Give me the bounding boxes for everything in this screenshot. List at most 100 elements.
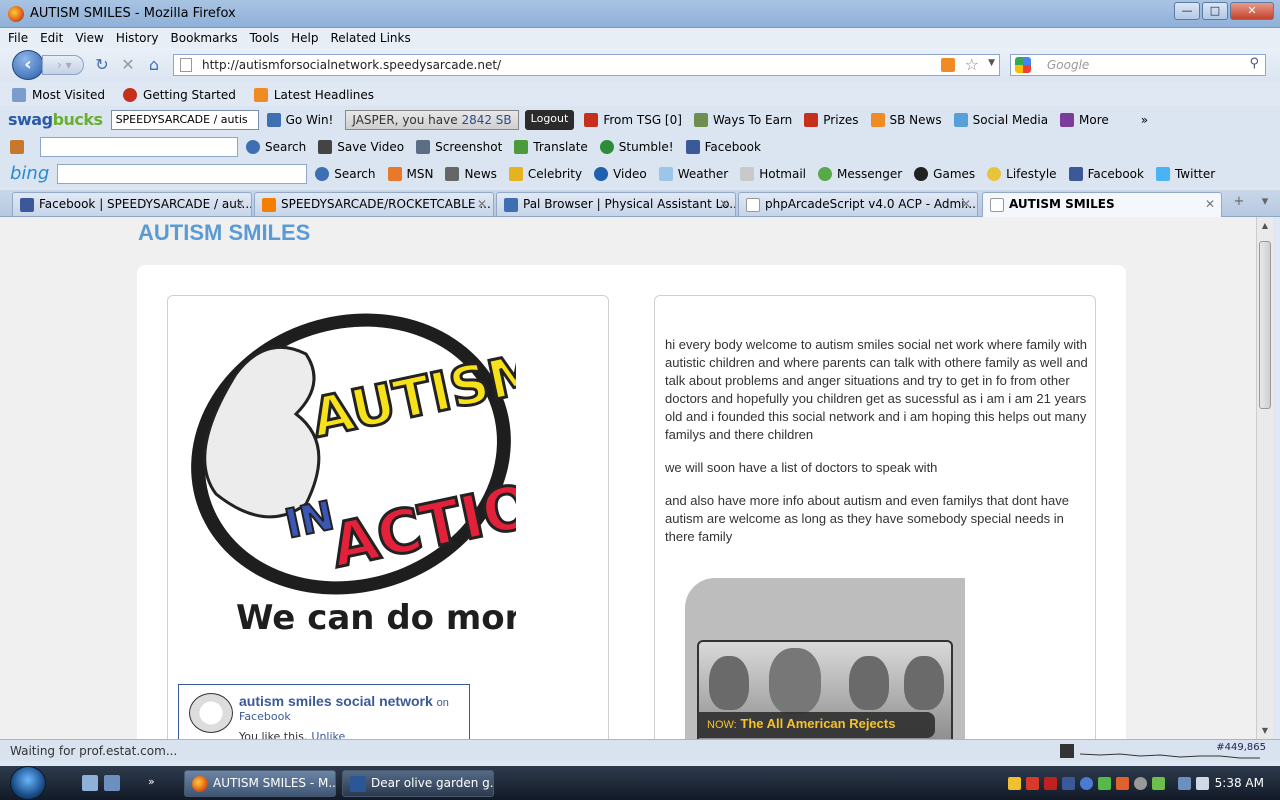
tray-icon[interactable]	[1116, 777, 1129, 790]
new-tab-icon[interactable]: +	[1228, 194, 1250, 214]
logout-button[interactable]: Logout	[524, 109, 575, 130]
minimize-button[interactable]: —	[1174, 2, 1200, 20]
bing-logo[interactable]: bing	[10, 163, 49, 184]
toolbar-search-button[interactable]: Search	[246, 139, 306, 154]
facebook-button[interactable]: Facebook	[685, 139, 761, 154]
start-button[interactable]	[10, 766, 46, 800]
forward-button[interactable]: › ▾	[42, 55, 84, 75]
site-title[interactable]: AUTISM SMILES	[138, 220, 310, 246]
bing-search-button[interactable]: Search	[315, 166, 376, 181]
bing-games-link[interactable]: Games	[914, 166, 975, 181]
tray-icon[interactable]	[1008, 777, 1021, 790]
toolbar-menu-icon[interactable]	[10, 139, 24, 154]
band-photo[interactable]: NOW: The All American Rejects	[697, 640, 953, 739]
taskbar-word[interactable]: Dear olive garden g...	[342, 770, 494, 797]
tab-close-icon[interactable]: ✕	[719, 197, 729, 211]
switch-windows-icon[interactable]	[104, 775, 120, 791]
tab-close-icon[interactable]: ✕	[235, 197, 245, 211]
tray-icon[interactable]	[1062, 777, 1075, 790]
bing-news-link[interactable]: News	[445, 166, 497, 181]
tab-pal-browser[interactable]: Pal Browser | Physical Assistant Lo... ✕	[496, 192, 736, 216]
bing-facebook-link[interactable]: Facebook	[1068, 166, 1144, 181]
toolbar-search-input[interactable]	[40, 136, 238, 157]
menu-edit[interactable]: Edit	[40, 31, 63, 45]
translate-button[interactable]: Translate	[514, 139, 588, 154]
search-icon[interactable]: ⚲	[1249, 56, 1259, 71]
back-button[interactable]: ‹	[12, 50, 44, 80]
tray-icon[interactable]	[1080, 777, 1093, 790]
bing-messenger-link[interactable]: Messenger	[818, 166, 902, 181]
fb-unlike-link[interactable]: Unlike	[311, 730, 345, 739]
menu-bookmarks[interactable]: Bookmarks	[171, 31, 238, 45]
bookmark-most-visited[interactable]: Most Visited	[12, 88, 105, 102]
home-icon[interactable]: ⌂	[145, 56, 163, 74]
taskbar-firefox[interactable]: AUTISM SMILES - M...	[184, 770, 336, 797]
tray-icon[interactable]	[1098, 777, 1111, 790]
menu-help[interactable]: Help	[291, 31, 318, 45]
tab-list-icon[interactable]: ▾	[1254, 194, 1276, 214]
tab-facebook[interactable]: Facebook | SPEEDYSARCADE / aut... ✕	[12, 192, 252, 216]
page-scrollbar[interactable]: ▲ ▼	[1256, 217, 1273, 739]
fb-source-link[interactable]: Facebook	[239, 710, 291, 723]
menu-history[interactable]: History	[116, 31, 159, 45]
menu-view[interactable]: View	[75, 31, 103, 45]
quicklaunch-overflow-icon[interactable]: »	[148, 775, 158, 791]
bing-lifestyle-link[interactable]: Lifestyle	[987, 166, 1057, 181]
bing-weather-link[interactable]: Weather	[658, 166, 728, 181]
toolbar-overflow-button[interactable]: »	[1141, 113, 1148, 127]
swagbucks-search-select[interactable]: SPEEDYSARCADE / autis	[110, 109, 259, 130]
tray-icon[interactable]	[1134, 777, 1147, 790]
address-bar[interactable]: http://autismforsocialnetwork.speedysarc…	[173, 54, 1000, 76]
tab-close-icon[interactable]: ✕	[477, 197, 487, 211]
screenshot-button[interactable]: Screenshot	[416, 139, 502, 154]
address-url[interactable]: http://autismforsocialnetwork.speedysarc…	[202, 58, 501, 72]
scroll-thumb[interactable]	[1259, 241, 1271, 409]
bing-video-link[interactable]: Video	[594, 166, 647, 181]
tab-autism-smiles[interactable]: AUTISM SMILES ✕	[982, 192, 1222, 217]
social-media-menu[interactable]: Social Media	[953, 112, 1048, 127]
fb-page-name[interactable]: autism smiles social network on	[239, 693, 449, 709]
music-player-widget[interactable]: NOW: The All American Rejects	[685, 578, 965, 739]
tab-blogger[interactable]: SPEEDYSARCADE/ROCKETCABLE ... ✕	[254, 192, 494, 216]
bookmark-star-icon[interactable]: ☆	[965, 55, 979, 74]
bing-msn-link[interactable]: MSN	[387, 166, 433, 181]
tab-close-icon[interactable]: ✕	[1205, 197, 1215, 211]
go-win-button[interactable]: Go Win!	[266, 112, 333, 127]
swagbucks-logo[interactable]: swagbucks	[8, 110, 103, 129]
bookmark-latest-headlines[interactable]: Latest Headlines	[253, 88, 374, 102]
tab-php-arcade[interactable]: phpArcadeScript v4.0 ACP - Admi... ✕	[738, 192, 978, 216]
close-window-button[interactable]: ✕	[1230, 2, 1274, 20]
menu-related-links[interactable]: Related Links	[331, 31, 411, 45]
taskbar-clock[interactable]: 5:38 AM	[1215, 776, 1264, 790]
tray-icon[interactable]	[1152, 777, 1165, 790]
tray-icon[interactable]	[1026, 777, 1039, 790]
bookmark-getting-started[interactable]: Getting Started	[123, 88, 236, 102]
bing-twitter-link[interactable]: Twitter	[1155, 166, 1215, 181]
maximize-button[interactable]: □	[1202, 2, 1228, 20]
from-tsg-menu[interactable]: From TSG [0]	[584, 112, 682, 127]
scroll-down-icon[interactable]: ▼	[1260, 726, 1270, 735]
prizes-menu[interactable]: Prizes	[804, 112, 859, 127]
search-engine-box[interactable]: Google ⚲	[1010, 54, 1266, 76]
menu-file[interactable]: File	[8, 31, 28, 45]
reload-icon[interactable]: ↻	[93, 56, 111, 74]
scroll-up-icon[interactable]: ▲	[1260, 221, 1270, 230]
bing-search-input[interactable]	[57, 163, 308, 184]
sb-news-menu[interactable]: SB News	[870, 112, 942, 127]
save-video-button[interactable]: Save Video	[318, 139, 404, 154]
network-icon[interactable]	[1178, 777, 1191, 790]
fb-name-text[interactable]: autism smiles social network	[239, 693, 433, 709]
bing-celebrity-link[interactable]: Celebrity	[508, 166, 582, 181]
tab-close-icon[interactable]: ✕	[961, 197, 971, 211]
bing-hotmail-link[interactable]: Hotmail	[740, 166, 806, 181]
url-dropdown-icon[interactable]: ▼	[988, 58, 995, 68]
google-icon[interactable]	[1015, 57, 1031, 73]
rss-feed-icon[interactable]	[941, 58, 955, 72]
volume-icon[interactable]	[1196, 777, 1209, 790]
more-menu[interactable]: More	[1060, 112, 1109, 127]
fb-page-avatar[interactable]	[189, 693, 233, 733]
tray-icon[interactable]	[1044, 777, 1057, 790]
stop-icon[interactable]: ✕	[119, 56, 137, 74]
stumble-button[interactable]: Stumble!	[599, 139, 674, 154]
menu-tools[interactable]: Tools	[250, 31, 280, 45]
